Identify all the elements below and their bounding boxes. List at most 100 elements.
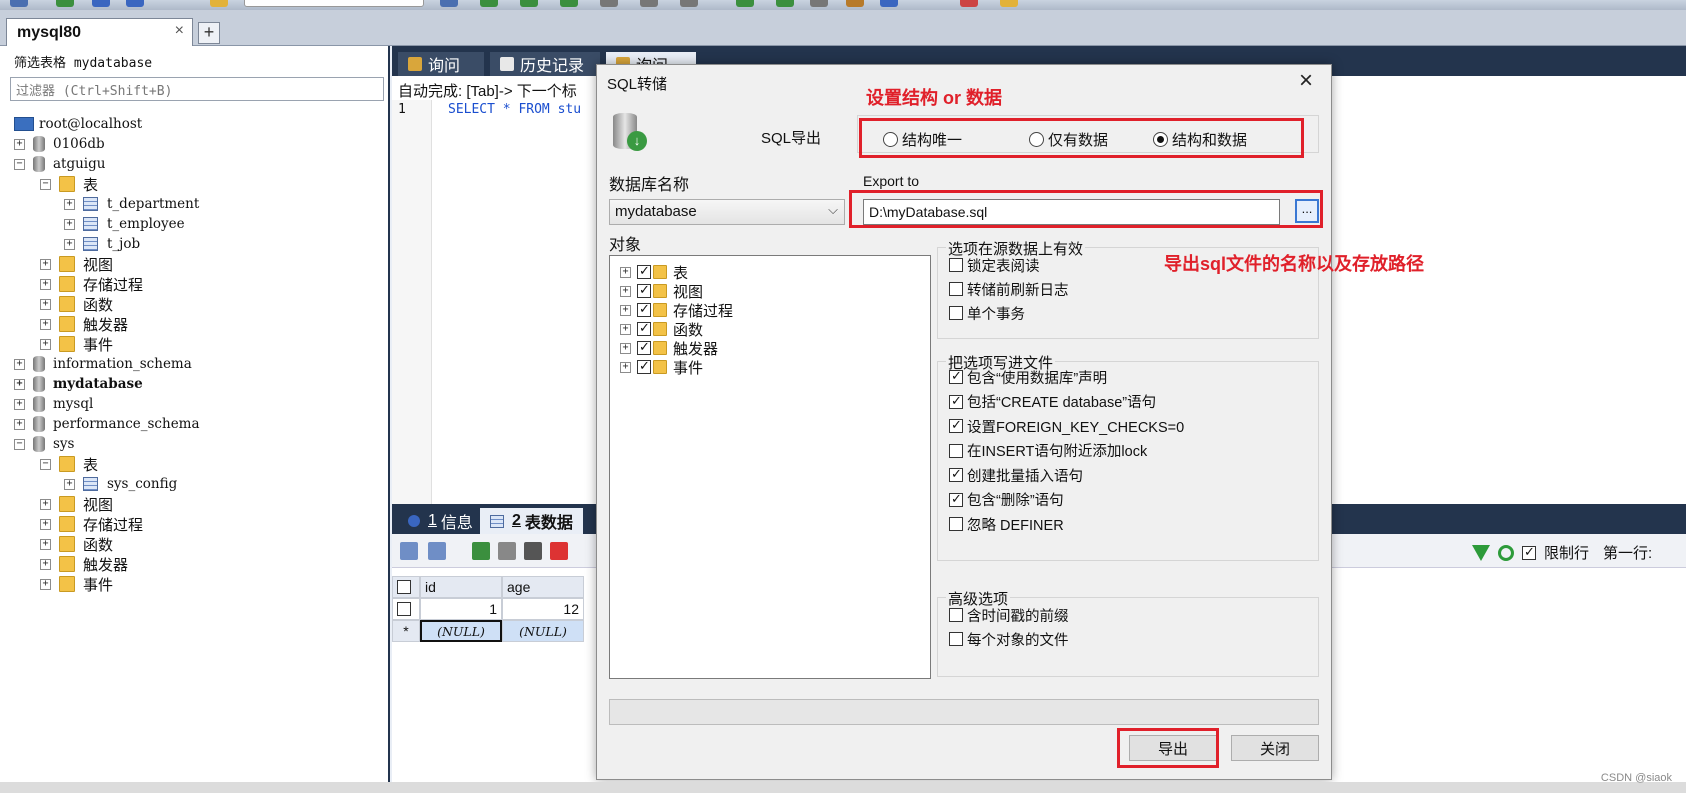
expand-icon[interactable]: + bbox=[64, 478, 75, 490]
toolbar-icon[interactable] bbox=[520, 0, 538, 7]
expand-icon[interactable]: + bbox=[620, 361, 631, 373]
expand-icon[interactable]: + bbox=[40, 318, 51, 330]
option-row[interactable]: 设置FOREIGN_KEY_CHECKS=0 bbox=[949, 416, 1184, 436]
filter-icon[interactable] bbox=[1472, 544, 1490, 561]
object-checkbox[interactable] bbox=[637, 358, 651, 374]
toolbar-icon[interactable] bbox=[640, 0, 658, 7]
option-checkbox[interactable] bbox=[949, 443, 963, 458]
collapse-icon[interactable]: − bbox=[14, 158, 25, 170]
option-checkbox[interactable] bbox=[949, 417, 963, 433]
expand-icon[interactable]: + bbox=[14, 358, 25, 370]
expand-icon[interactable]: + bbox=[620, 266, 631, 278]
toolbar-icon[interactable] bbox=[1000, 0, 1018, 7]
expand-icon[interactable]: + bbox=[14, 398, 25, 410]
tree-node[interactable]: + 触发器 bbox=[40, 554, 128, 574]
option-row[interactable]: 包含“使用数据库”声明 bbox=[949, 367, 1107, 387]
tree-node[interactable]: + information_schema bbox=[14, 354, 192, 374]
tree-node[interactable]: root@localhost bbox=[14, 114, 142, 134]
object-node[interactable]: + 触发器 bbox=[620, 338, 718, 358]
toolbar-icon[interactable] bbox=[880, 0, 898, 7]
expand-icon[interactable]: + bbox=[40, 558, 51, 570]
expand-icon[interactable]: + bbox=[620, 323, 631, 335]
toolbar-icon[interactable] bbox=[440, 0, 458, 7]
option-checkbox[interactable] bbox=[949, 632, 963, 646]
grid-cell[interactable]: (NULL) bbox=[420, 620, 502, 642]
tree-node[interactable]: + performance_schema bbox=[14, 414, 200, 434]
tree-node[interactable]: + t_department bbox=[64, 194, 199, 214]
object-checkbox[interactable] bbox=[637, 282, 651, 298]
option-checkbox[interactable] bbox=[949, 282, 963, 296]
toolbar-icon[interactable] bbox=[210, 0, 228, 7]
expand-icon[interactable]: + bbox=[620, 285, 631, 297]
option-checkbox[interactable] bbox=[949, 306, 963, 320]
add-connection-button[interactable]: + bbox=[198, 22, 220, 44]
toolbar-icon[interactable] bbox=[776, 0, 794, 7]
tree-node[interactable]: + 函数 bbox=[40, 534, 113, 554]
tree-node[interactable]: − atguigu bbox=[14, 154, 105, 174]
add-row-icon[interactable] bbox=[472, 542, 490, 560]
sql-editor-text[interactable]: SELECT * FROM stu bbox=[448, 102, 581, 117]
object-checkbox[interactable] bbox=[637, 301, 651, 317]
close-button[interactable]: 关闭 bbox=[1231, 735, 1319, 761]
tree-node[interactable]: + t_job bbox=[64, 234, 140, 254]
toolbar-icon[interactable] bbox=[810, 0, 828, 7]
grid-view-icon[interactable] bbox=[400, 542, 418, 560]
option-checkbox[interactable] bbox=[949, 368, 963, 384]
object-checkbox[interactable] bbox=[637, 263, 651, 279]
toolbar-icon[interactable] bbox=[92, 0, 110, 7]
select-all-cell[interactable] bbox=[392, 576, 420, 598]
expand-icon[interactable]: + bbox=[64, 218, 75, 230]
toolbar-icon[interactable] bbox=[480, 0, 498, 7]
object-node[interactable]: + 函数 bbox=[620, 319, 703, 339]
grid-cell[interactable]: 12 bbox=[502, 598, 584, 620]
grid-cell[interactable]: 1 bbox=[420, 598, 502, 620]
collapse-icon[interactable]: − bbox=[40, 178, 51, 190]
object-node[interactable]: + 视图 bbox=[620, 281, 703, 301]
toolbar-icon[interactable] bbox=[600, 0, 618, 7]
expand-icon[interactable]: + bbox=[40, 538, 51, 550]
option-row[interactable]: 创建批量插入语句 bbox=[949, 465, 1083, 485]
expand-icon[interactable]: + bbox=[64, 198, 75, 210]
tree-node[interactable]: + mydatabase bbox=[14, 374, 143, 394]
expand-icon[interactable]: + bbox=[620, 304, 631, 316]
toolbar-icon[interactable] bbox=[736, 0, 754, 7]
grid-cell[interactable]: (NULL) bbox=[502, 620, 584, 642]
tree-node[interactable]: + 触发器 bbox=[40, 314, 128, 334]
option-checkbox[interactable] bbox=[949, 517, 963, 531]
expand-icon[interactable]: + bbox=[40, 338, 51, 350]
object-checkbox[interactable] bbox=[637, 320, 651, 336]
option-row[interactable]: 包括“CREATE database”语句 bbox=[949, 392, 1156, 412]
toolbar-icon[interactable] bbox=[960, 0, 978, 7]
collapse-icon[interactable]: − bbox=[14, 438, 25, 450]
tab-history[interactable]: 历史记录 bbox=[490, 52, 600, 76]
option-checkbox[interactable] bbox=[949, 466, 963, 482]
tree-node[interactable]: + 函数 bbox=[40, 294, 113, 314]
tree-node[interactable]: + sys_config bbox=[64, 474, 177, 494]
tree-node[interactable]: + 事件 bbox=[40, 334, 113, 354]
limit-rows-checkbox[interactable] bbox=[1522, 544, 1536, 560]
tab-query[interactable]: 询问 bbox=[398, 52, 484, 76]
object-node[interactable]: + 存储过程 bbox=[620, 300, 733, 320]
refresh-icon[interactable] bbox=[1498, 544, 1514, 561]
tree-node[interactable]: +0106db bbox=[14, 134, 105, 154]
option-row[interactable]: 在INSERT语句附近添加lock bbox=[949, 441, 1147, 461]
delete-icon[interactable] bbox=[550, 542, 568, 560]
expand-icon[interactable]: + bbox=[40, 258, 51, 270]
option-checkbox[interactable] bbox=[949, 491, 963, 507]
select-all-checkbox[interactable] bbox=[397, 580, 411, 594]
tab-table-data[interactable]: 2 表数据 bbox=[480, 508, 583, 534]
tree-node[interactable]: − 表 bbox=[40, 174, 98, 194]
object-node[interactable]: + 事件 bbox=[620, 357, 703, 377]
expand-icon[interactable]: + bbox=[620, 342, 631, 354]
toolbar-icon[interactable] bbox=[56, 0, 74, 7]
expand-icon[interactable]: + bbox=[14, 418, 25, 430]
expand-icon[interactable]: + bbox=[14, 138, 25, 150]
option-checkbox[interactable] bbox=[949, 393, 963, 409]
option-row[interactable]: 转储前刷新日志 bbox=[949, 279, 1069, 299]
tree-node[interactable]: + 存储过程 bbox=[40, 274, 143, 294]
database-select[interactable]: mydatabase ⌵ bbox=[609, 199, 845, 225]
option-row[interactable]: 忽略 DEFINER bbox=[949, 514, 1064, 534]
close-icon[interactable]: × bbox=[175, 22, 184, 40]
tree-node[interactable]: + 事件 bbox=[40, 574, 113, 594]
duplicate-row-icon[interactable] bbox=[498, 542, 516, 560]
